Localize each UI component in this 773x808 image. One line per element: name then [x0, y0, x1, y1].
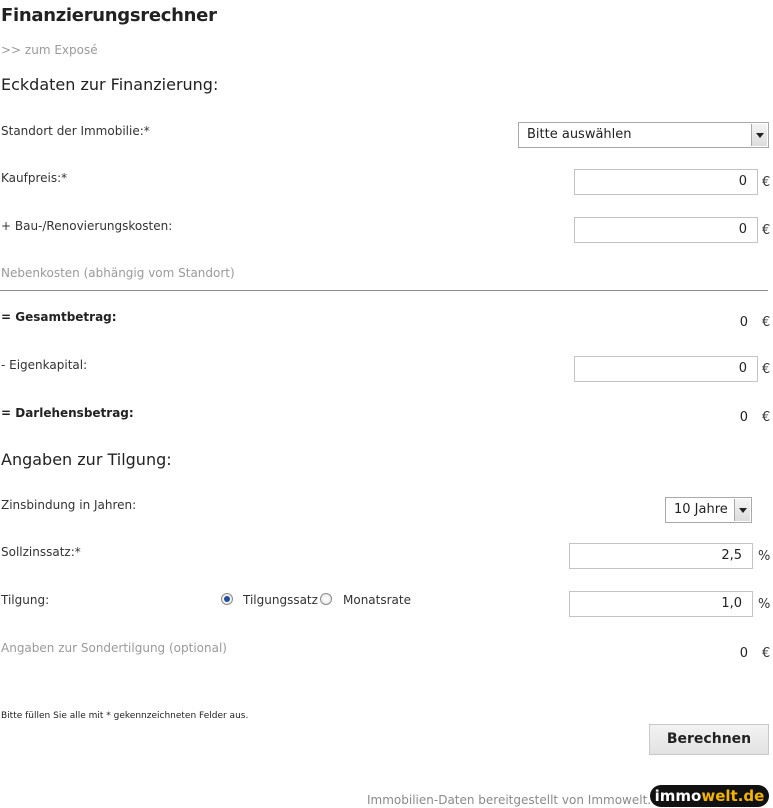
standort-label: Standort der Immobilie:* [1, 124, 150, 138]
chevron-down-icon [751, 124, 767, 146]
tilgungssatz-radio[interactable] [221, 593, 233, 605]
zinsbindung-label: Zinsbindung in Jahren: [1, 498, 137, 512]
percent-symbol: % [758, 597, 771, 612]
currency-symbol: € [762, 223, 771, 238]
sondertilgung-link[interactable]: Angaben zur Sondertilgung (optional) [1, 641, 227, 655]
bau-renovierung-label: + Bau-/Renovierungskosten: [1, 219, 173, 233]
divider [0, 290, 768, 291]
nebenkosten-label: Nebenkosten (abhängig vom Standort) [1, 266, 235, 280]
required-fields-note: Bitte füllen Sie alle mit * gekennzeichn… [1, 711, 249, 721]
darlehensbetrag-value: 0 [739, 410, 748, 425]
tilgung-input[interactable]: 1,0 [569, 591, 753, 617]
bau-renovierung-input[interactable]: 0 [574, 217, 758, 243]
chevron-down-icon [734, 499, 750, 521]
eckdaten-heading: Eckdaten zur Finanzierung: [1, 75, 219, 94]
eigenkapital-input[interactable]: 0 [574, 356, 758, 382]
sollzinssatz-label: Sollzinssatz:* [1, 545, 81, 559]
currency-symbol: € [762, 646, 771, 661]
sollzinssatz-input[interactable]: 2,5 [569, 543, 753, 569]
standort-select[interactable]: Bitte auswählen [518, 122, 769, 148]
standort-select-value: Bitte auswählen [527, 127, 632, 142]
monatsrate-radio-label[interactable]: Monatsrate [343, 593, 411, 607]
gesamtbetrag-value: 0 [739, 315, 748, 330]
currency-symbol: € [762, 315, 771, 330]
percent-symbol: % [758, 549, 771, 564]
tilgung-heading: Angaben zur Tilgung: [1, 450, 172, 469]
tilgungssatz-radio-label[interactable]: Tilgungssatz [243, 593, 318, 607]
logo-text-welt: welt.de [701, 787, 765, 805]
back-to-expose-link[interactable]: >> zum Exposé [1, 43, 98, 57]
logo-text-immo: immo [654, 787, 702, 805]
currency-symbol: € [762, 362, 771, 377]
currency-symbol: € [762, 410, 771, 425]
kaufpreis-label: Kaufpreis:* [1, 171, 68, 185]
darlehensbetrag-label: = Darlehensbetrag: [1, 406, 134, 420]
kaufpreis-input[interactable]: 0 [574, 169, 758, 195]
data-credit-text: Immobilien-Daten bereitgestellt von Immo… [367, 793, 667, 807]
sondertilgung-value: 0 [739, 646, 748, 661]
gesamtbetrag-label: = Gesamtbetrag: [1, 310, 117, 324]
tilgung-label: Tilgung: [1, 593, 50, 607]
page-title: Finanzierungsrechner [1, 5, 217, 26]
immowelt-logo[interactable]: immowelt.de [650, 785, 769, 807]
zinsbindung-select-value: 10 Jahre [674, 502, 728, 517]
zinsbindung-select[interactable]: 10 Jahre [665, 497, 752, 523]
currency-symbol: € [762, 175, 771, 190]
monatsrate-radio[interactable] [320, 593, 332, 605]
berechnen-button[interactable]: Berechnen [649, 724, 769, 755]
eigenkapital-label: - Eigenkapital: [1, 358, 88, 372]
